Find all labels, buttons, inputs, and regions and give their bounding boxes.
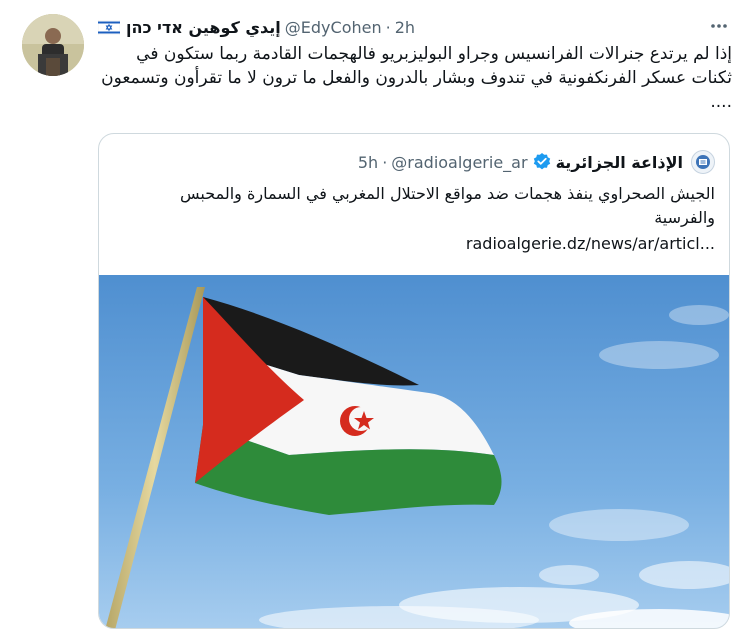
quoted-author-avatar[interactable] [691,150,715,174]
tweet-text: إذا لم يرتدع جنرالات الفرانسيس وجراو الب… [101,44,732,112]
separator-dot: · [382,152,388,172]
verified-badge-icon [532,152,552,172]
quoted-author-name[interactable]: الإذاعة الجزائرية [556,153,683,172]
sahrawi-flag-photo [99,275,729,628]
author-avatar[interactable] [22,14,84,76]
quoted-tweet-text: الجيش الصحراوي ينفذ هجمات ضد مواقع الاحت… [180,184,715,227]
quoted-tweet-link[interactable]: radioalgerie.dz/news/ar/articl... [115,232,715,256]
tweet-header: إيدي كوهين אדי כהן @EdyCohen · 2h [97,16,415,38]
author-name[interactable]: إيدي كوهين אדי כהן [126,18,281,37]
quoted-tweet-image[interactable] [99,275,729,628]
more-options-button[interactable] [704,12,734,40]
author-photo [22,14,84,76]
quoted-tweet-timestamp[interactable]: 5h [358,153,378,172]
israel-flag-icon [97,19,121,35]
tweet-timestamp[interactable]: 2h [395,18,415,37]
quoted-author-handle[interactable]: @radioalgerie_ar [391,153,527,172]
more-horizontal-icon [711,24,727,28]
author-handle[interactable]: @EdyCohen [285,18,382,37]
separator-dot: · [385,17,391,37]
quoted-tweet[interactable]: الإذاعة الجزائرية @radioalgerie_ar · 5h … [98,133,730,629]
quoted-tweet-header: الإذاعة الجزائرية @radioalgerie_ar · 5h [358,150,715,174]
